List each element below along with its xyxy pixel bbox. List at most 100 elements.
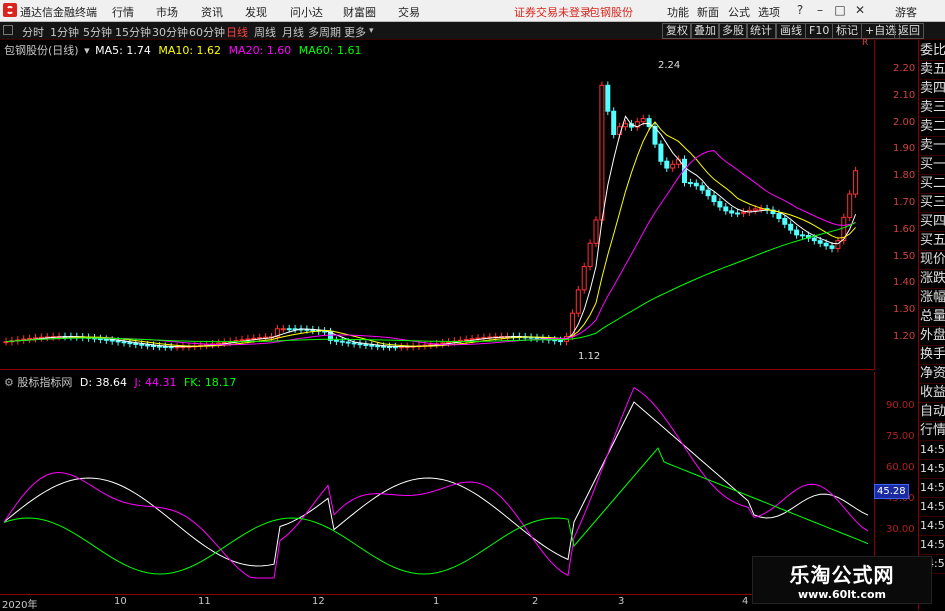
price-tick-label: 1.60: [893, 223, 916, 235]
price-tick-label: 1.40: [893, 277, 916, 289]
side-panel-item[interactable]: 14:50: [920, 479, 945, 498]
candle-body: [693, 182, 699, 187]
statistics-button[interactable]: 统计: [746, 23, 776, 39]
period-more[interactable]: 更多: [344, 24, 366, 40]
side-panel-item[interactable]: 收益: [920, 384, 945, 403]
side-panel-item[interactable]: 14:50: [920, 498, 945, 517]
indicator-tick-label: 30.00: [886, 524, 915, 535]
back-button[interactable]: 返回: [894, 23, 924, 39]
candle-body: [717, 201, 723, 208]
side-panel-item[interactable]: 外盘: [920, 327, 945, 346]
menu-item-quotes[interactable]: 行情: [112, 4, 134, 20]
side-panel-item[interactable]: 14:50: [920, 536, 945, 555]
menu-item-trade[interactable]: 交易: [398, 4, 420, 20]
side-panel-item[interactable]: 卖三: [920, 99, 945, 118]
price-tick-label: 1.70: [893, 197, 916, 208]
side-panel-item[interactable]: 卖一: [920, 137, 945, 156]
period-60min[interactable]: 60分钟: [189, 24, 225, 40]
side-panel-item[interactable]: 买五: [920, 232, 945, 251]
candle-body: [103, 338, 109, 341]
side-panel-item[interactable]: 卖四: [920, 80, 945, 99]
side-panel-item[interactable]: 卖二: [920, 118, 945, 137]
side-panel-item[interactable]: 换手: [920, 346, 945, 365]
candle-body: [800, 234, 805, 237]
period-30min[interactable]: 30分钟: [152, 24, 188, 40]
login-notice[interactable]: 证券交易未登录: [514, 4, 591, 20]
candle-body: [817, 240, 823, 244]
ma-line: [5, 222, 856, 343]
side-panel-item[interactable]: 行情: [920, 422, 945, 441]
candle-body: [835, 240, 841, 249]
period-daily[interactable]: 日线: [226, 24, 248, 40]
overlay-button[interactable]: 叠加: [690, 23, 720, 39]
side-panel-item[interactable]: 涨跌: [920, 270, 945, 289]
side-panel-item[interactable]: 卖五: [920, 61, 945, 80]
menu-item-formula[interactable]: 公式: [728, 4, 750, 20]
period-5min[interactable]: 5分钟: [83, 24, 112, 40]
period-weekly[interactable]: 周线: [254, 24, 276, 40]
f10-button[interactable]: F10: [805, 23, 834, 39]
menu-bar: 通达信金融终端 行情 市场 资讯 发现 问小达 财富圈 交易 证券交易未登录 包…: [0, 0, 945, 22]
help-icon[interactable]: ?: [792, 2, 808, 18]
candle-body: [741, 211, 746, 214]
side-panel-item[interactable]: 现价: [920, 251, 945, 270]
candle-body: [723, 206, 729, 212]
candle-body: [286, 328, 292, 331]
side-panel-item[interactable]: 净资: [920, 365, 945, 384]
ma-line: [5, 115, 857, 348]
indicator-tick-label: 90.00: [886, 400, 915, 411]
app-title: 通达信金融终端: [20, 6, 97, 19]
kline-chart-panel[interactable]: 包钢股份(日线) ▾ MA5: 1.74 MA10: 1.62 MA20: 1.…: [0, 38, 915, 370]
candle-body: [363, 343, 369, 346]
menu-item-discover[interactable]: 发现: [245, 4, 267, 20]
adjust-button[interactable]: 复权: [662, 23, 692, 39]
candle-body: [705, 189, 711, 197]
x-label: 12: [312, 596, 325, 607]
menu-item-news[interactable]: 资讯: [201, 4, 223, 20]
candle-body: [345, 341, 351, 344]
more-chevron-icon[interactable]: ▾: [369, 26, 374, 36]
multi-stock-button[interactable]: 多股: [718, 23, 748, 39]
side-panel-item[interactable]: 14:50: [920, 441, 945, 460]
candle-body: [735, 212, 741, 215]
side-panel-item[interactable]: 买四: [920, 213, 945, 232]
side-panel-item[interactable]: 买一: [920, 156, 945, 175]
side-panel-item[interactable]: 买二: [920, 175, 945, 194]
candle-body: [664, 160, 670, 169]
close-icon[interactable]: ✕: [852, 2, 868, 18]
side-panel-item[interactable]: 涨幅: [920, 289, 945, 308]
candle-body: [729, 210, 735, 214]
menu-item-function[interactable]: 功能: [667, 4, 689, 20]
side-panel-item[interactable]: 14:50: [920, 517, 945, 536]
menu-item-wealth[interactable]: 财富圈: [343, 4, 376, 20]
period-intraday[interactable]: 分时: [22, 24, 44, 40]
side-panel-item[interactable]: 自动: [920, 403, 945, 422]
period-monthly[interactable]: 月线: [282, 24, 304, 40]
side-panel-item[interactable]: 委比: [920, 42, 945, 61]
candle-body: [587, 242, 593, 268]
x-label: 3: [618, 596, 625, 607]
menu-item-market[interactable]: 市场: [156, 4, 178, 20]
guest-label[interactable]: 游客: [895, 4, 917, 20]
period-1min[interactable]: 1分钟: [50, 24, 79, 40]
side-panel-item[interactable]: 总量: [920, 308, 945, 327]
mark-button[interactable]: 标记: [832, 23, 862, 39]
price-tick-label: 1.30: [893, 304, 916, 316]
indicator-panel[interactable]: ⚙ 股标指标网 D: 38.64 J: 44.31 FK: 18.17 90.0…: [0, 372, 915, 594]
menu-item-new-page[interactable]: 新面: [697, 4, 719, 20]
side-panel-item[interactable]: 14:50: [920, 460, 945, 479]
draw-line-button[interactable]: 画线: [776, 23, 806, 39]
candle-body: [115, 340, 121, 343]
period-15min[interactable]: 15分钟: [115, 24, 151, 40]
menu-item-options[interactable]: 选项: [758, 4, 780, 20]
x-label: 4: [742, 596, 749, 607]
candle-body: [221, 341, 227, 344]
candle-body: [280, 328, 286, 331]
minimize-icon[interactable]: –: [812, 2, 828, 18]
menu-item-ask[interactable]: 问小达: [290, 4, 323, 20]
maximize-icon[interactable]: □: [832, 2, 848, 18]
side-panel-item[interactable]: 买三: [920, 194, 945, 213]
period-multi[interactable]: 多周期: [308, 24, 341, 40]
grid-toggle-icon[interactable]: [3, 25, 13, 35]
stock-name-header: 包钢股份: [589, 6, 633, 19]
